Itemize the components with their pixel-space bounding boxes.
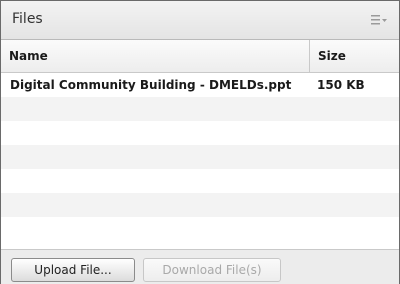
empty-row [1,97,399,121]
list-menu-icon[interactable] [371,14,387,26]
empty-row [1,193,399,217]
file-list: Digital Community Building - DMELDs.ppt … [1,73,399,243]
empty-row [1,169,399,193]
pod-titlebar: Files [1,1,399,40]
empty-row [1,217,399,241]
upload-file-button[interactable]: Upload File... [11,258,135,282]
table-row[interactable]: Digital Community Building - DMELDs.ppt … [1,73,399,97]
empty-row [1,145,399,169]
pod-footer: Upload File... Download File(s) [1,249,399,284]
file-name: Digital Community Building - DMELDs.ppt [10,78,292,92]
column-header-size-label: Size [318,49,346,63]
pod-title: Files [12,11,43,27]
file-size: 150 KB [317,78,365,92]
download-files-button: Download File(s) [143,258,281,282]
column-header-name[interactable]: Name [1,40,310,72]
column-header-name-label: Name [9,49,48,63]
files-pod: Files Name Size Digital Community Buildi… [0,0,400,284]
column-header-size[interactable]: Size [310,40,399,72]
table-header: Name Size [1,40,399,73]
empty-row [1,121,399,145]
